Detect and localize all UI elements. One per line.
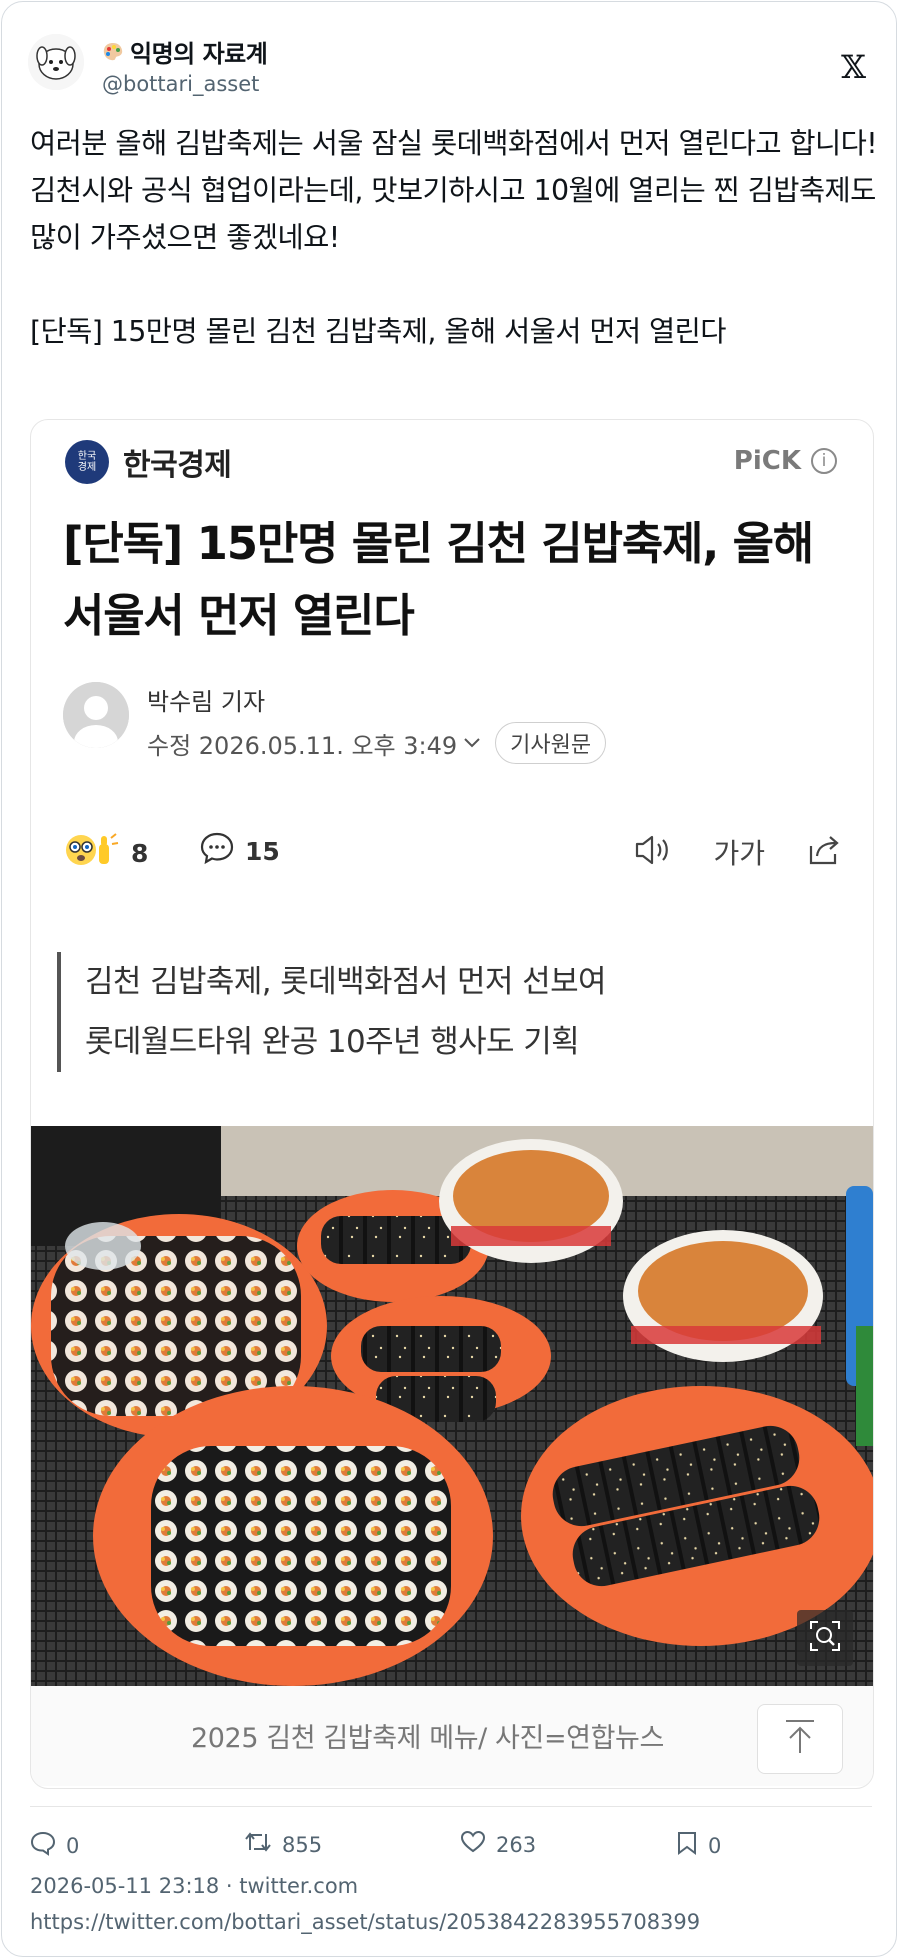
article-action-row: 8 15 가가 (63, 830, 843, 880)
reaction-emoji-icon (63, 830, 121, 876)
comment-count: 15 (245, 836, 280, 866)
kimbap-photo[interactable] (31, 1126, 873, 1686)
x-logo-icon[interactable]: 𝕏 (841, 48, 866, 86)
comment-button[interactable]: 15 (199, 830, 280, 872)
article-subheads: 김천 김밥축제, 롯데백화점서 먼저 선보여 롯데월드타워 완공 10주년 행사… (57, 952, 607, 1072)
arrow-up-icon (783, 1717, 817, 1761)
reporter-avatar (63, 682, 129, 748)
author-handle[interactable]: @bottari_asset (102, 72, 259, 96)
like-count: 263 (496, 1832, 537, 1857)
reaction-button[interactable]: 8 (63, 830, 148, 876)
photo-caption-bar: 2025 김천 김밥축제 메뉴/ 사진=연합뉴스 (31, 1686, 873, 1786)
heart-icon (460, 1830, 486, 1859)
tweet-url[interactable]: https://twitter.com/bottari_asset/status… (30, 1910, 700, 1934)
tweet-card: 익명의 자료계 @bottari_asset 𝕏 여러분 올해 김밥축제는 서울… (1, 1, 897, 1957)
author-display-name[interactable]: 익명의 자료계 (130, 34, 268, 69)
press-row[interactable]: 한국 경제 한국경제 (65, 440, 232, 484)
zoom-image-button[interactable] (797, 1610, 853, 1666)
article-meta: 수정 2026.05.11. 오후 3:49 기사원문 (147, 722, 607, 764)
share-icon[interactable] (805, 832, 843, 872)
tweet-paragraph: 여러분 올해 김밥축제는 서울 잠실 롯데백화점에서 먼저 열린다고 합니다! (30, 127, 878, 160)
like-button[interactable]: 263 (460, 1830, 536, 1859)
pick-label: PiCK (733, 446, 801, 476)
pick-badge[interactable]: PiCK i (734, 446, 837, 476)
retweet-icon (244, 1830, 272, 1859)
modified-datetime: 수정 2026.05.11. 오후 3:49 (147, 731, 458, 760)
bookmark-count: 0 (708, 1833, 722, 1858)
retweet-button[interactable]: 855 (244, 1830, 322, 1859)
scroll-top-button[interactable] (757, 1704, 843, 1774)
magnifier-icon (808, 1619, 842, 1657)
subhead-line: 김천 김밥축제, 롯데백화점서 먼저 선보여 (85, 964, 607, 1000)
author-avatar[interactable] (28, 34, 84, 90)
tweet-stats: 0 855 263 0 (30, 1830, 872, 1864)
reply-icon (30, 1830, 56, 1861)
stats-divider (30, 1806, 872, 1807)
author-name-row[interactable]: 익명의 자료계 (102, 34, 268, 69)
tweet-paragraph-link-title[interactable]: [단독] 15만명 몰린 김천 김밥축제, 올해 서울서 먼저 열린다 (30, 308, 880, 355)
reply-button[interactable]: 0 (30, 1830, 79, 1861)
bookmark-icon (676, 1830, 698, 1861)
comment-bubble-icon (199, 830, 235, 872)
tweet-paragraph: 김천시와 공식 협업이라는데, 맛보기하시고 10월에 열리는 찐 김밥축제도 … (30, 174, 876, 254)
info-icon[interactable]: i (811, 448, 837, 474)
original-article-button[interactable]: 기사원문 (495, 722, 607, 764)
article-headline: [단독] 15만명 몰린 김천 김밥축제, 올해 서울서 먼저 열린다 (63, 517, 814, 642)
retweet-count: 855 (282, 1832, 323, 1857)
reply-count: 0 (66, 1833, 80, 1858)
photo-caption: 2025 김천 김밥축제 메뉴/ 사진=연합뉴스 (191, 1723, 664, 1754)
article-tools: 가가 (633, 832, 843, 872)
embedded-article-card[interactable]: 한국 경제 한국경제 PiCK i [단독] 15만명 몰린 김천 김밥축제, … (30, 419, 874, 1789)
tweet-datetime-source[interactable]: 2026-05-11 23:18 · twitter.com (30, 1874, 358, 1898)
press-logo: 한국 경제 (65, 440, 109, 484)
font-size-button[interactable]: 가가 (713, 832, 765, 872)
speaker-icon[interactable] (633, 832, 673, 872)
palette-emoji-icon (102, 41, 124, 63)
subhead-line: 롯데월드타워 완공 10주년 행사도 기획 (85, 1024, 580, 1060)
chevron-down-icon[interactable] (463, 733, 481, 754)
tweet-text: 여러분 올해 김밥축제는 서울 잠실 롯데백화점에서 먼저 열린다고 합니다! … (30, 120, 880, 355)
reaction-count: 8 (131, 838, 149, 868)
bookmark-button[interactable]: 0 (676, 1830, 721, 1861)
press-name[interactable]: 한국경제 (123, 440, 232, 484)
reporter-name: 박수림 기자 (147, 688, 266, 716)
